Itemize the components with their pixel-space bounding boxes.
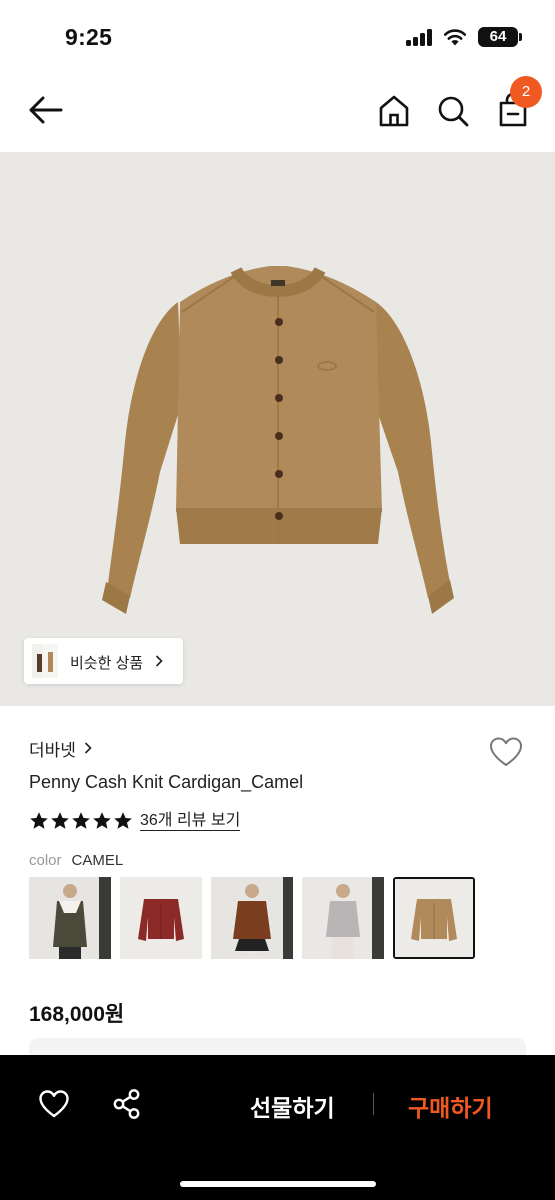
back-arrow-icon[interactable]	[26, 94, 64, 126]
cart-count-badge: 2	[510, 76, 542, 108]
product-title: Penny Cash Knit Cardigan_Camel	[29, 772, 304, 792]
brand-name: 더바넷	[29, 740, 76, 760]
divider	[373, 1093, 374, 1115]
share-icon[interactable]	[112, 1088, 142, 1120]
heart-icon[interactable]	[38, 1089, 70, 1119]
star-rating	[29, 811, 133, 831]
similar-products-label: 비슷한 상품	[70, 655, 144, 672]
heart-icon[interactable]	[488, 736, 524, 768]
reviews-link[interactable]: 36개 리뷰 보기	[140, 811, 241, 831]
color-option-grey[interactable]	[302, 877, 384, 959]
color-options	[29, 877, 479, 960]
swatch-image	[211, 877, 293, 959]
battery-indicator: 64	[478, 27, 518, 47]
star-icon	[30, 812, 48, 829]
home-icon[interactable]	[377, 94, 411, 128]
star-icon	[51, 812, 69, 829]
color-option-brown[interactable]	[211, 877, 293, 959]
color-value: CAMEL	[71, 852, 124, 869]
buy-button[interactable]: 구매하기	[408, 1089, 493, 1123]
rating-row: 36개 리뷰 보기	[29, 810, 241, 832]
star-icon	[72, 812, 90, 829]
color-option-olive[interactable]	[29, 877, 111, 959]
chevron-right-icon	[84, 742, 92, 754]
cardigan-illustration	[102, 266, 454, 614]
search-icon[interactable]	[436, 94, 470, 128]
star-icon	[114, 812, 132, 829]
color-option-burgundy[interactable]	[120, 877, 202, 959]
battery-nub	[519, 33, 522, 41]
status-time: 9:25	[65, 24, 113, 50]
gift-button[interactable]: 선물하기	[250, 1089, 335, 1123]
color-option-camel[interactable]	[393, 877, 475, 959]
swatch-image	[395, 879, 473, 957]
swatch-image	[302, 877, 384, 959]
status-bar: 9:25 64	[0, 0, 555, 72]
cellular-signal-icon	[406, 29, 434, 46]
nav-bar	[0, 72, 555, 152]
similar-products-button[interactable]: 비슷한 상품	[24, 638, 183, 684]
color-row: color CAMEL	[29, 852, 123, 869]
swatch-image	[29, 877, 111, 959]
color-label: color	[29, 852, 62, 869]
wifi-icon	[443, 29, 467, 46]
swatch-image	[120, 877, 202, 959]
star-icon	[93, 812, 111, 829]
bottom-action-bar: 선물하기 구매하기	[0, 1055, 555, 1200]
product-price: 168,000원	[29, 1003, 125, 1026]
brand-link[interactable]: 더바넷	[29, 737, 92, 760]
product-image[interactable]: 비슷한 상품	[0, 152, 555, 706]
home-indicator	[180, 1181, 376, 1187]
chevron-right-icon	[155, 655, 163, 667]
